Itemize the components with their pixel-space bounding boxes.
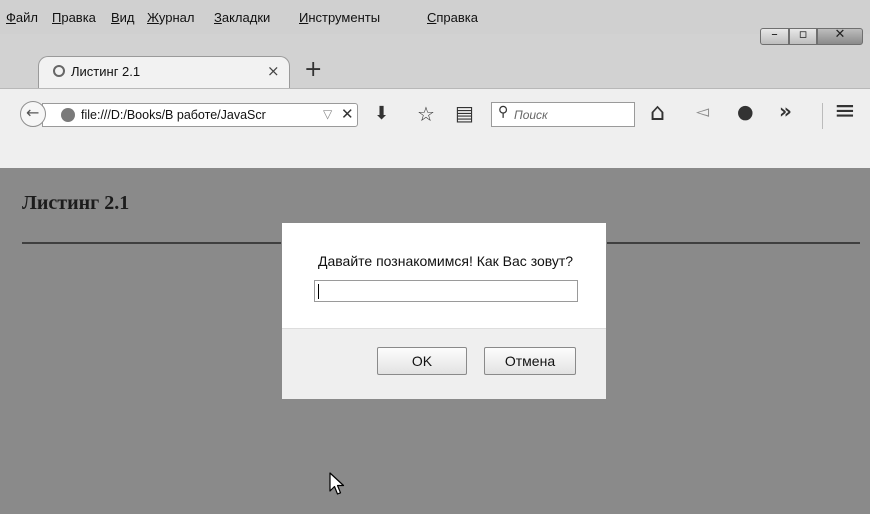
minimize-button[interactable]: – xyxy=(760,27,789,45)
menu-tools-label: нструменты xyxy=(308,10,381,25)
menu-edit-mnemonic: П xyxy=(52,10,62,25)
menu-file-mnemonic: Ф xyxy=(6,10,16,25)
hamburger-menu-icon[interactable]: ≡ xyxy=(834,96,856,126)
menu-file[interactable]: Файл xyxy=(6,10,38,25)
mouse-cursor-icon xyxy=(329,472,345,495)
home-icon[interactable]: ⌂ xyxy=(650,98,665,126)
nav-toolbar: file:///D:/Books/В работе/JavaScr ▽ ✕ ← … xyxy=(0,88,870,168)
search-icon: ⚲ xyxy=(498,104,509,120)
new-tab-icon[interactable]: + xyxy=(304,57,322,82)
menu-edit-label: равка xyxy=(61,10,96,25)
menu-tools[interactable]: Инструменты xyxy=(299,10,380,25)
menu-view-label: ид xyxy=(119,10,135,25)
download-icon[interactable]: ⬇ xyxy=(374,103,389,124)
menu-history-label: урнал xyxy=(158,10,195,25)
menu-bookmarks-label: акладки xyxy=(221,10,271,25)
send-icon[interactable]: ◅ xyxy=(696,102,709,122)
menu-bookmarks-mnemonic: З xyxy=(214,10,222,25)
stop-icon[interactable]: ✕ xyxy=(341,105,354,123)
search-input[interactable]: ⚲ Поиск xyxy=(491,102,635,127)
page-heading: Листинг 2.1 xyxy=(22,192,130,214)
text-caret xyxy=(318,284,319,299)
menu-history[interactable]: Журнал xyxy=(147,10,194,25)
back-button[interactable]: ← xyxy=(20,101,46,127)
menu-edit[interactable]: Правка xyxy=(52,10,96,25)
maximize-icon: ▫ xyxy=(798,27,808,42)
menu-history-mnemonic: Ж xyxy=(147,10,159,25)
menu-tools-mnemonic: И xyxy=(299,10,309,25)
minimize-icon: – xyxy=(771,27,778,42)
url-bar[interactable]: file:///D:/Books/В работе/JavaScr ▽ ✕ xyxy=(42,103,358,127)
close-icon: ✕ xyxy=(834,27,846,42)
globe-icon xyxy=(61,108,75,122)
menu-bar: Файл Правка Вид Журнал Закладки Инструме… xyxy=(0,0,870,34)
menu-help[interactable]: Справка xyxy=(427,10,478,25)
bookmark-star-icon[interactable]: ☆ xyxy=(417,102,435,126)
url-history-dropdown-icon[interactable]: ▽ xyxy=(323,107,332,121)
cancel-button[interactable]: Отмена xyxy=(484,347,576,375)
ok-button[interactable]: OK xyxy=(377,347,467,375)
reading-list-icon[interactable]: ▤ xyxy=(455,101,474,125)
page-icon xyxy=(53,65,65,77)
back-arrow-icon: ← xyxy=(26,103,40,122)
menu-file-label: айл xyxy=(15,10,38,25)
menu-view-mnemonic: В xyxy=(111,10,120,25)
url-text[interactable]: file:///D:/Books/В работе/JavaScr xyxy=(81,108,317,122)
menu-help-label: правка xyxy=(436,10,478,25)
tab-close-icon[interactable]: × xyxy=(267,62,280,80)
browser-window: Файл Правка Вид Журнал Закладки Инструме… xyxy=(0,0,870,514)
maximize-button[interactable]: ▫ xyxy=(789,27,817,45)
close-window-button[interactable]: ✕ xyxy=(817,27,863,45)
prompt-dialog: Давайте познакомимся! Как Вас зовут? OK … xyxy=(281,222,607,399)
overflow-icon[interactable]: » xyxy=(779,99,792,123)
menu-bookmarks[interactable]: Закладки xyxy=(214,10,270,25)
menu-help-mnemonic: С xyxy=(427,10,437,25)
tab-title: Листинг 2.1 xyxy=(71,64,141,79)
search-placeholder: Поиск xyxy=(514,108,548,122)
tab-listing[interactable]: Листинг 2.1 × xyxy=(38,56,290,88)
dialog-message: Давайте познакомимся! Как Вас зовут? xyxy=(318,253,574,269)
toolbar-separator xyxy=(822,103,823,129)
name-input[interactable] xyxy=(314,280,578,302)
chat-icon[interactable]: ● xyxy=(737,101,754,123)
menu-view[interactable]: Вид xyxy=(111,10,135,25)
